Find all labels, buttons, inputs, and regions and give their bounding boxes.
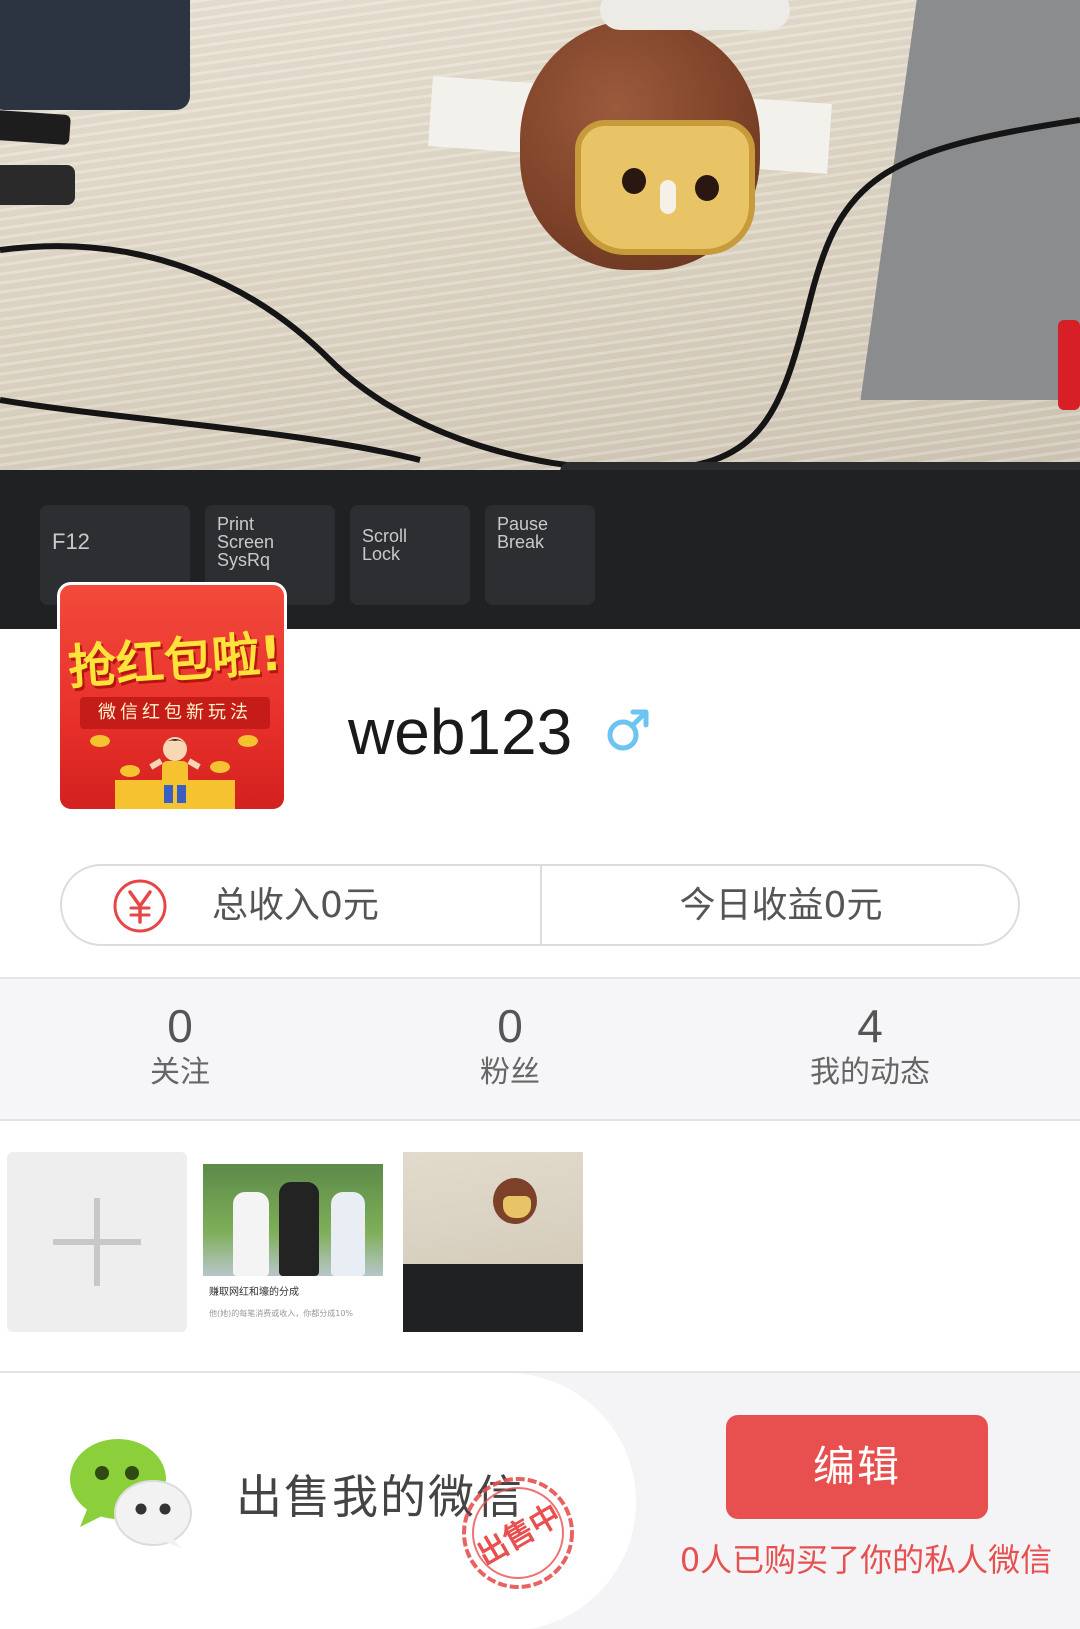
- avatar-coin: [120, 765, 140, 777]
- stat-followers-count: 0: [497, 1000, 523, 1052]
- avatar-coin: [90, 735, 110, 747]
- thumbnail-person: [233, 1192, 269, 1276]
- thumbnail-subcaption: 他(她)的每笔消费或收入，你都分成10%: [209, 1309, 354, 1318]
- stat-following[interactable]: 0 关注: [80, 999, 280, 1093]
- male-symbol-icon: [607, 709, 649, 751]
- thumbnail-caption: 赚取网红和壕的分成: [209, 1287, 299, 1298]
- username: web123: [348, 696, 573, 768]
- stat-my-posts-label: 我的动态: [810, 1055, 930, 1090]
- gallery-thumbnail[interactable]: 赚取网红和壕的分成 他(她)的每笔消费或收入，你都分成10%: [203, 1152, 383, 1332]
- yen-circle-icon: [113, 879, 167, 933]
- avatar-coin: [238, 735, 258, 747]
- cover-owl-bow: [600, 0, 790, 30]
- stat-following-label: 关注: [150, 1055, 210, 1090]
- thumbnail-person: [331, 1192, 365, 1276]
- cover-owl-beak: [660, 180, 676, 214]
- photo-gallery: 赚取网红和壕的分成 他(她)的每笔消费或收入，你都分成10%: [0, 1121, 1080, 1371]
- sell-wechat-bar: 出售我的微信 出售中 编辑 0人已购买了你的私人微信: [0, 1371, 1080, 1629]
- income-summary[interactable]: 总收入0元 今日收益0元: [60, 864, 1020, 946]
- cover-key-scrolllock: Scroll Lock: [350, 505, 470, 605]
- today-income-label: 今日收益0元: [679, 885, 883, 926]
- cover-owl-eye-right: [695, 175, 719, 201]
- cover-photo[interactable]: F12 Print Screen SysRq Scroll Lock Pause…: [0, 0, 1080, 629]
- selling-stamp: 出售中: [462, 1477, 574, 1589]
- stat-followers-label: 粉丝: [480, 1055, 540, 1090]
- cover-key-pausebreak: Pause Break: [485, 505, 595, 605]
- stats-bar: 0 关注 0 粉丝 4 我的动态: [0, 977, 1080, 1121]
- thumbnail-keyboard: [403, 1264, 583, 1332]
- stat-my-posts-count: 4: [857, 1000, 883, 1052]
- avatar-cartoon-figure: [149, 737, 201, 803]
- avatar[interactable]: 抢红包啦! 微信红包新玩法: [57, 582, 287, 812]
- edit-button[interactable]: 编辑: [726, 1415, 988, 1519]
- cover-owl-eye-left: [622, 168, 646, 194]
- avatar-coin: [210, 761, 230, 773]
- thumbnail-owl-face: [503, 1196, 531, 1218]
- avatar-promo-title: 抢红包啦!: [66, 625, 284, 697]
- avatar-promo-subtitle: 微信红包新玩法: [80, 697, 270, 729]
- plus-icon: [53, 1198, 141, 1286]
- sell-wechat-panel[interactable]: 出售我的微信 出售中: [0, 1373, 636, 1629]
- gallery-thumbnail[interactable]: [403, 1152, 583, 1332]
- stat-following-count: 0: [167, 1000, 193, 1052]
- stat-my-posts[interactable]: 4 我的动态: [770, 999, 970, 1093]
- purchase-count-text: 0人已购买了你的私人微信: [679, 1541, 1053, 1579]
- thumbnail-person: [279, 1182, 319, 1276]
- stat-followers[interactable]: 0 粉丝: [410, 999, 610, 1093]
- wechat-icon: [70, 1439, 192, 1549]
- add-photo-button[interactable]: [7, 1152, 187, 1332]
- total-income-label: 总收入0元: [212, 885, 379, 926]
